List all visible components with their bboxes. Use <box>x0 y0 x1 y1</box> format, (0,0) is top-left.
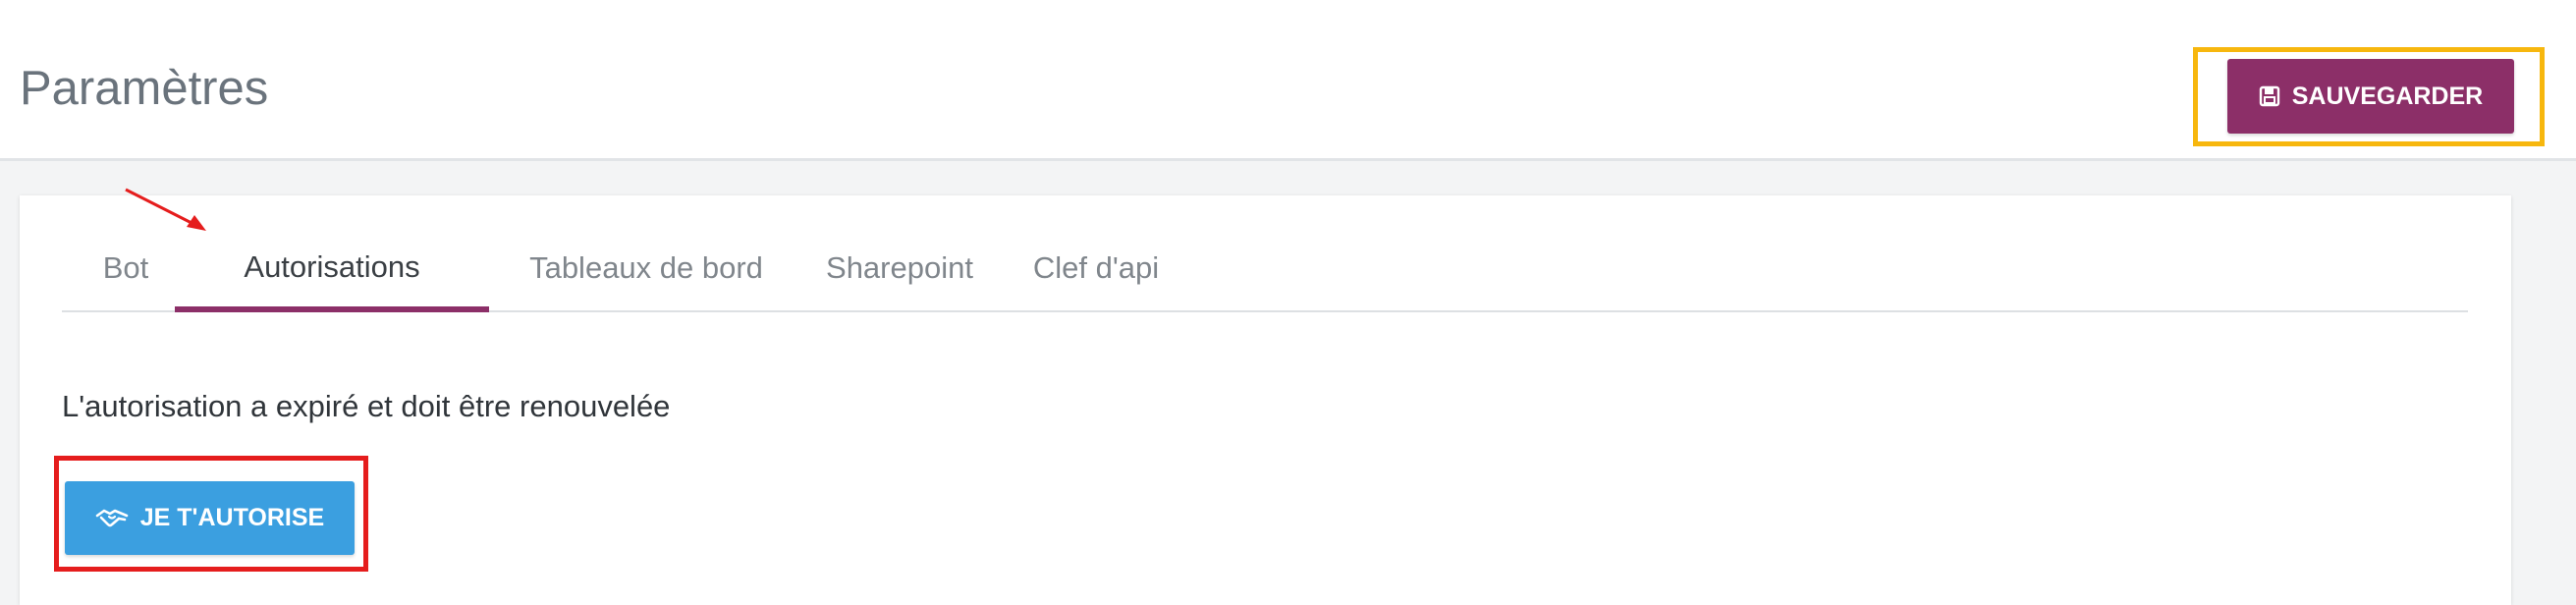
authorization-expired-message: L'autorisation a expiré et doit être ren… <box>62 389 671 423</box>
handshake-icon <box>95 508 129 529</box>
authorize-button[interactable]: JE T'AUTORISE <box>65 481 355 555</box>
save-button-label: SAUVEGARDER <box>2291 82 2484 110</box>
authorize-button-label: JE T'AUTORISE <box>139 504 325 531</box>
tab-autorisations[interactable]: Autorisations <box>175 225 489 312</box>
tab-clef-api[interactable]: Clef d'api <box>1008 225 1184 310</box>
tab-bar: Bot Autorisations Tableaux de bord Share… <box>62 225 2468 312</box>
page-title: Paramètres <box>20 62 269 115</box>
page-header: Paramètres SAUVEGARDER <box>0 0 2576 161</box>
tab-tableaux-de-bord[interactable]: Tableaux de bord <box>504 225 789 310</box>
tab-sharepoint[interactable]: Sharepoint <box>801 225 998 310</box>
floppy-disk-icon <box>2259 85 2280 107</box>
tab-bot[interactable]: Bot <box>96 225 155 310</box>
save-button[interactable]: SAUVEGARDER <box>2227 59 2514 134</box>
